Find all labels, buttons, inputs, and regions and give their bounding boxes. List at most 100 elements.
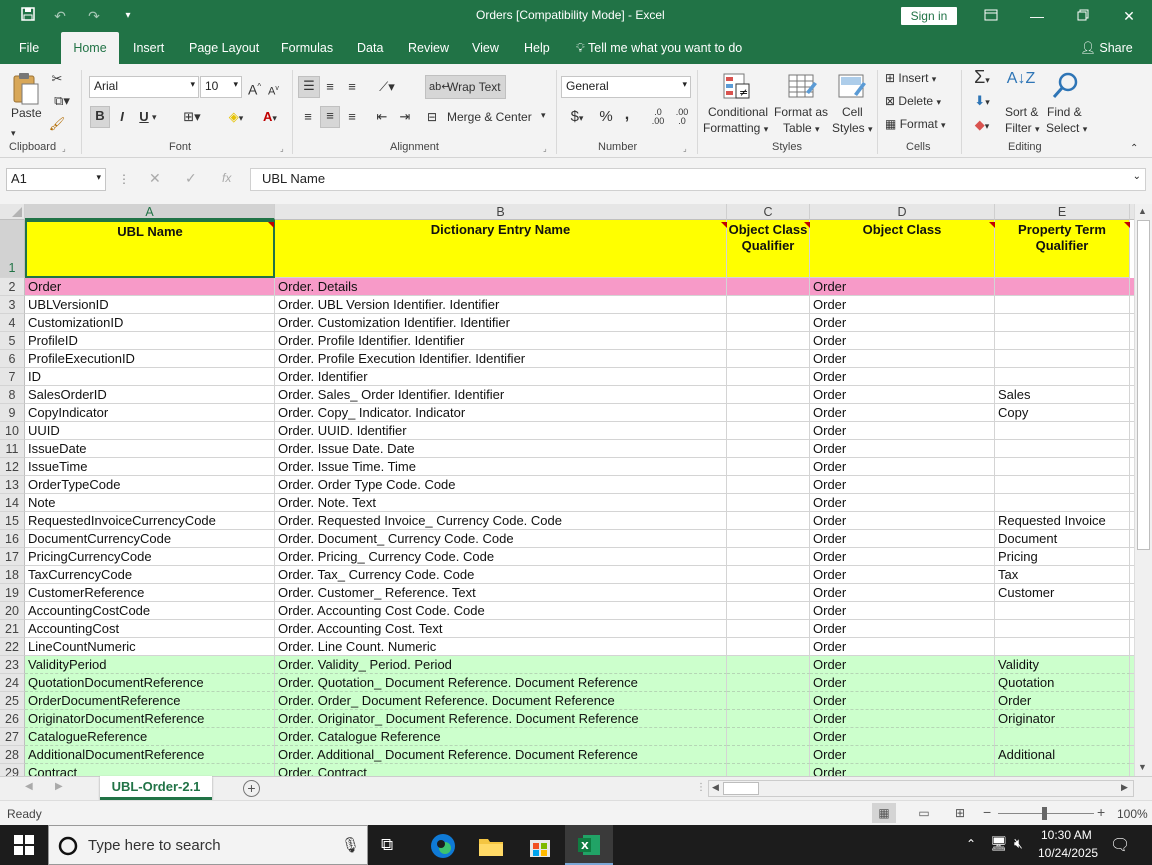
table-cell[interactable]: Order xyxy=(25,278,275,296)
vertical-scroll-thumb[interactable] xyxy=(1137,220,1150,550)
shrink-font-icon[interactable]: Av xyxy=(268,80,279,101)
tab-home[interactable]: Home xyxy=(61,32,119,64)
row-header[interactable]: 17 xyxy=(0,548,25,566)
table-cell[interactable] xyxy=(727,440,810,458)
table-cell[interactable]: Order xyxy=(810,602,995,620)
formula-input[interactable]: UBL Name ⌄ xyxy=(250,168,1146,191)
table-cell[interactable]: Order xyxy=(810,350,995,368)
save-icon[interactable] xyxy=(18,6,38,26)
name-box[interactable]: A1 ▾ xyxy=(6,168,106,191)
clock-date[interactable]: 10/24/2025 xyxy=(1038,846,1098,860)
insert-cells-button[interactable]: ⊞ Insert ▾ xyxy=(885,71,936,85)
increase-decimal-icon[interactable]: .0.00 xyxy=(648,108,668,126)
table-cell[interactable] xyxy=(727,314,810,332)
row-header[interactable]: 26 xyxy=(0,710,25,728)
microphone-icon[interactable]: 🎙︎ xyxy=(341,836,360,854)
restore-icon[interactable] xyxy=(1070,4,1096,28)
select-all-corner[interactable] xyxy=(0,204,25,220)
table-cell[interactable]: Order xyxy=(810,458,995,476)
autosum-icon[interactable]: Σ▾ xyxy=(968,68,996,89)
table-cell[interactable]: Order xyxy=(810,692,995,710)
number-format-select[interactable]: General ▾ xyxy=(561,76,691,98)
row-header[interactable]: 5 xyxy=(0,332,25,350)
table-cell[interactable]: CopyIndicator xyxy=(25,404,275,422)
vertical-scrollbar[interactable]: ▲ ▼ xyxy=(1134,204,1152,776)
table-cell[interactable]: Order. Customer_ Reference. Text xyxy=(275,584,727,602)
column-header-e[interactable]: E xyxy=(995,204,1130,220)
table-cell[interactable]: Contract xyxy=(25,764,275,776)
table-cell[interactable]: Order xyxy=(810,764,995,776)
horizontal-scrollbar[interactable]: ◀ ▶ xyxy=(708,780,1134,797)
minimize-icon[interactable]: — xyxy=(1024,4,1050,28)
cancel-icon[interactable]: ✕ xyxy=(149,170,161,187)
scroll-right-icon[interactable]: ▶ xyxy=(1121,782,1128,793)
normal-view-icon[interactable]: ▦ xyxy=(872,803,896,823)
page-layout-view-icon[interactable]: ▭ xyxy=(914,803,934,823)
table-cell[interactable] xyxy=(995,314,1130,332)
format-as-table-label2[interactable]: Table ▾ xyxy=(783,121,820,135)
row-header[interactable]: 15 xyxy=(0,512,25,530)
table-cell[interactable]: Order xyxy=(810,476,995,494)
ribbon-display-icon[interactable] xyxy=(978,4,1004,28)
conditional-formatting-label[interactable]: Conditional xyxy=(706,105,770,119)
table-cell[interactable]: Order xyxy=(810,728,995,746)
clipboard-launcher-icon[interactable]: ⌟ xyxy=(62,140,66,158)
cell-styles-icon[interactable] xyxy=(836,70,870,104)
table-cell[interactable]: Order. Line Count. Numeric xyxy=(275,638,727,656)
table-cell[interactable]: ProfileID xyxy=(25,332,275,350)
table-cell[interactable]: Order. Issue Time. Time xyxy=(275,458,727,476)
table-cell[interactable]: OrderTypeCode xyxy=(25,476,275,494)
delete-cells-button[interactable]: ⊠ Delete ▾ xyxy=(885,94,941,108)
cell-styles-label[interactable]: Cell xyxy=(842,105,863,119)
table-cell[interactable]: Order. Additional_ Document Reference. D… xyxy=(275,746,727,764)
format-as-table-icon[interactable] xyxy=(786,70,820,104)
row-header[interactable]: 20 xyxy=(0,602,25,620)
table-cell[interactable]: QuotationDocumentReference xyxy=(25,674,275,692)
table-cell[interactable]: Order. Validity_ Period. Period xyxy=(275,656,727,674)
redo-icon[interactable]: ↷ xyxy=(84,6,104,26)
table-cell[interactable]: SalesOrderID xyxy=(25,386,275,404)
row-header[interactable]: 11 xyxy=(0,440,25,458)
table-cell[interactable]: Order xyxy=(810,512,995,530)
tab-data[interactable]: Data xyxy=(357,32,383,64)
table-cell[interactable]: Order. Order Type Code. Code xyxy=(275,476,727,494)
table-cell[interactable]: Order. Copy_ Indicator. Indicator xyxy=(275,404,727,422)
table-cell[interactable]: Order. Contract xyxy=(275,764,727,776)
taskbar-search-box[interactable]: Type here to search 🎙︎ xyxy=(48,825,368,865)
table-cell[interactable]: Additional xyxy=(995,746,1130,764)
show-hidden-icons[interactable]: ⌃ xyxy=(966,837,976,851)
customize-qat-icon[interactable]: ▾ xyxy=(118,6,138,26)
table-cell[interactable] xyxy=(727,548,810,566)
column-header-d[interactable]: D xyxy=(810,204,995,220)
table-cell[interactable]: Order. Pricing_ Currency Code. Code xyxy=(275,548,727,566)
table-cell[interactable]: CustomerReference xyxy=(25,584,275,602)
merge-center-button[interactable]: ⊟ Merge & Center ▾ xyxy=(427,108,552,128)
table-cell[interactable] xyxy=(727,692,810,710)
table-cell[interactable]: Quotation xyxy=(995,674,1130,692)
percent-button[interactable]: % xyxy=(597,108,615,126)
scroll-down-icon[interactable]: ▼ xyxy=(1138,762,1147,772)
row-header[interactable]: 4 xyxy=(0,314,25,332)
notifications-icon[interactable]: 🗨︎ xyxy=(1110,835,1130,855)
tab-review[interactable]: Review xyxy=(408,32,449,64)
table-cell[interactable]: Order xyxy=(810,314,995,332)
font-launcher-icon[interactable]: ⌟ xyxy=(280,140,284,158)
table-cell[interactable] xyxy=(727,620,810,638)
windows-start-icon[interactable] xyxy=(14,835,34,858)
network-icon[interactable]: 🖥︎ xyxy=(990,835,1008,852)
table-cell[interactable]: Originator xyxy=(995,710,1130,728)
table-cell[interactable]: Order. Catalogue Reference xyxy=(275,728,727,746)
table-cell[interactable] xyxy=(995,368,1130,386)
align-center-icon[interactable]: ≡ xyxy=(320,106,340,128)
underline-dropdown-icon[interactable]: ▾ xyxy=(152,108,157,126)
align-right-icon[interactable]: ≡ xyxy=(342,108,362,126)
row-header[interactable]: 18 xyxy=(0,566,25,584)
table-cell[interactable]: Order xyxy=(810,620,995,638)
table-cell[interactable] xyxy=(727,602,810,620)
table-cell[interactable]: Copy xyxy=(995,404,1130,422)
format-painter-icon[interactable]: 🖌︎ xyxy=(48,115,66,133)
tab-view[interactable]: View xyxy=(472,32,499,64)
table-cell[interactable]: Order xyxy=(810,584,995,602)
table-cell[interactable] xyxy=(727,494,810,512)
table-cell[interactable] xyxy=(995,296,1130,314)
